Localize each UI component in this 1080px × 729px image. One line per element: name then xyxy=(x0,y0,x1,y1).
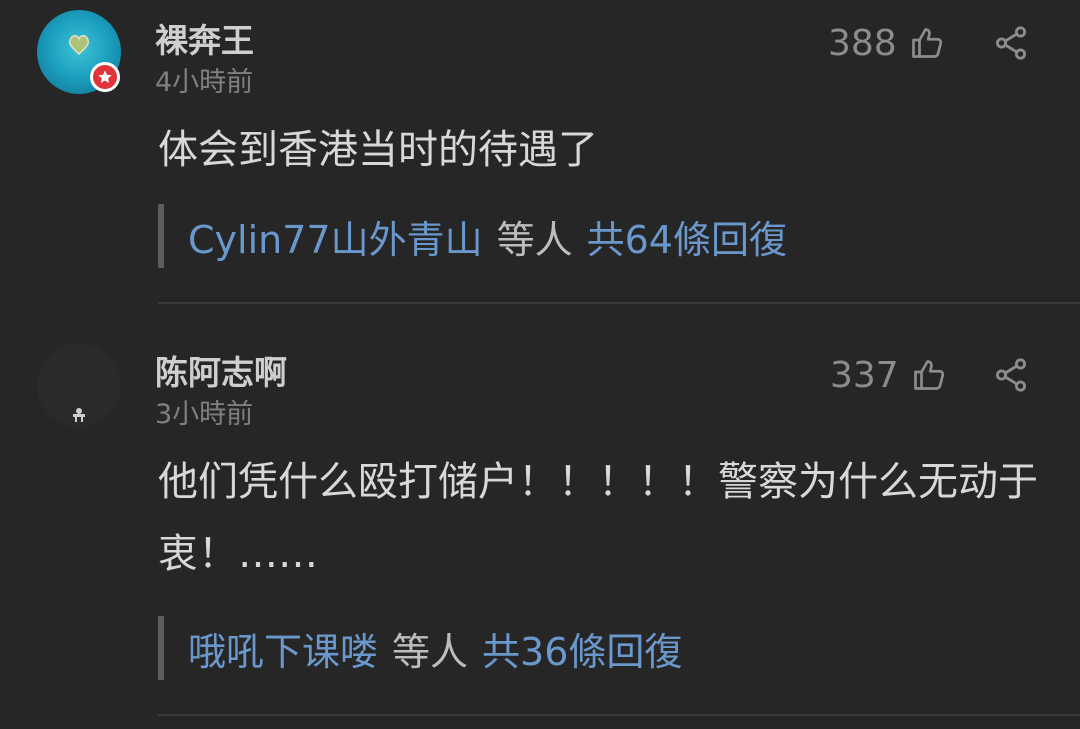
comment-text: 体会到香港当时的待遇了 xyxy=(158,127,598,173)
username[interactable]: 陈阿志啊 xyxy=(155,346,287,394)
divider xyxy=(158,714,1080,716)
thumbs-up-icon xyxy=(911,357,947,393)
timestamp: 4小時前 xyxy=(155,67,254,98)
star-badge-icon xyxy=(90,62,120,92)
user-avatar[interactable] xyxy=(37,343,121,427)
timestamp: 3小時前 xyxy=(155,399,254,430)
divider xyxy=(158,302,1080,304)
like-button[interactable]: 337 xyxy=(830,350,947,400)
like-button[interactable]: 388 xyxy=(828,18,945,68)
reply-total-link[interactable]: 共64條回復 xyxy=(587,209,787,264)
reply-usernames[interactable]: 哦吼下课喽 xyxy=(188,621,378,676)
reply-total-link[interactable]: 共36條回復 xyxy=(482,621,682,676)
reply-others-label: 等人 xyxy=(392,629,469,674)
reply-others-label: 等人 xyxy=(496,217,573,262)
dark-avatar xyxy=(37,343,121,427)
comment-text: 他们凭什么殴打储户！！！！！警察为什么无动于衷！…… xyxy=(158,459,1038,577)
user-avatar[interactable] xyxy=(37,10,121,94)
share-icon[interactable] xyxy=(992,356,1030,394)
replies-link[interactable]: Cylin77山外青山 等人 共64條回復 xyxy=(158,204,787,268)
username[interactable]: 裸奔王 xyxy=(155,14,254,62)
thumbs-up-icon xyxy=(909,25,945,61)
like-count: 337 xyxy=(830,354,899,396)
replies-link[interactable]: 哦吼下课喽 等人 共36條回復 xyxy=(158,616,682,680)
reply-usernames[interactable]: Cylin77山外青山 xyxy=(188,209,483,264)
share-icon[interactable] xyxy=(992,24,1030,62)
like-count: 388 xyxy=(828,22,897,64)
